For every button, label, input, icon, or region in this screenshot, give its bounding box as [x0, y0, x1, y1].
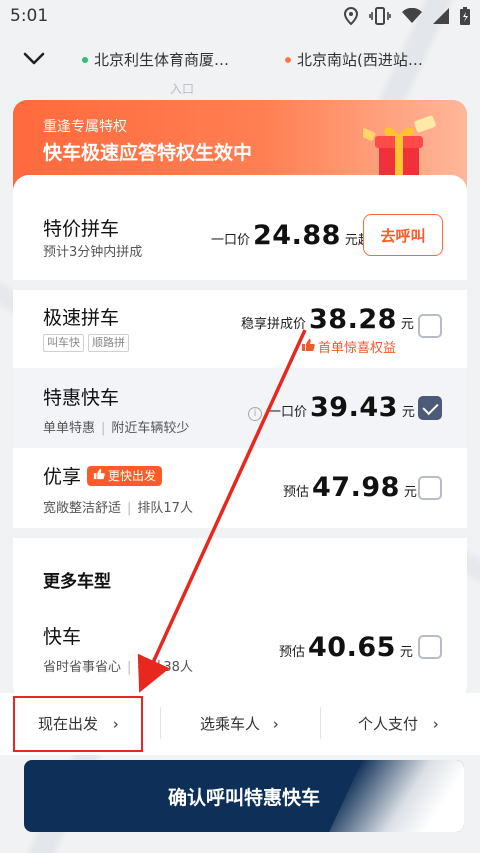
map-label: 入口: [170, 82, 195, 96]
banner-subtitle: 重逢专属特权: [43, 119, 127, 135]
option-checkbox[interactable]: [418, 635, 442, 659]
passenger-option[interactable]: 选乘车人 ›: [200, 713, 279, 734]
option-price: 预估 47.98 元: [283, 472, 417, 503]
divider: [320, 707, 321, 739]
option-row-express-pool[interactable]: 极速拼车 叫车快 顺路拼 稳享拼成价 38.28 元: [13, 290, 467, 368]
divider: [13, 528, 467, 538]
location-icon: [343, 6, 359, 29]
battery-icon: [460, 7, 470, 29]
wifi-icon: [402, 7, 422, 28]
featured-price: 一口价 24.88 元起: [211, 220, 371, 251]
option-price-prefix: 预估: [283, 485, 310, 500]
option-price-prefix: 一口价: [268, 405, 308, 420]
call-button[interactable]: 去呼叫: [363, 214, 443, 256]
passenger-label: 选乘车人: [200, 715, 261, 733]
payment-option[interactable]: 个人支付 ›: [358, 713, 439, 734]
option-price-prefix: 预估: [279, 645, 306, 660]
option-checkbox-checked[interactable]: [418, 396, 442, 420]
featured-title: 特价拼车: [43, 218, 120, 240]
option-price-unit: 元: [400, 317, 414, 332]
option-desc-item: 排队38人: [137, 660, 193, 675]
ride-options-card: 重逢专属特权 快车极速应答特权生效中 特价拼车 预计3分钟内拼成 一口价 24.…: [13, 100, 467, 700]
option-desc-item: 排队17人: [137, 501, 193, 516]
more-title: 更多车型: [43, 567, 117, 594]
option-title: 极速拼车: [43, 307, 120, 329]
promo-text: 首单惊喜权益: [301, 337, 396, 356]
origin-dot-icon: [82, 56, 88, 63]
gift-box-icon: [360, 114, 441, 184]
status-time: 5:01: [10, 6, 49, 26]
promo-label: 首单惊喜权益: [318, 341, 397, 356]
banner-title: 快车极速应答特权生效中: [43, 142, 253, 164]
confirm-call-button[interactable]: 确认呼叫特惠快车: [24, 760, 464, 832]
info-icon[interactable]: i: [248, 407, 262, 421]
option-desc-item: 单单特惠: [43, 421, 96, 436]
option-tags: 叫车快 顺路拼: [43, 334, 133, 352]
payment-label: 个人支付: [358, 715, 419, 733]
option-price-prefix: 稳享拼成价: [241, 317, 307, 332]
origin-stop[interactable]: 北京利生体育商厦…: [82, 49, 229, 70]
vibrate-icon: [369, 7, 391, 29]
destination-label: 北京南站(西进站…: [297, 51, 423, 69]
option-price-value: 47.98: [312, 472, 400, 503]
option-checkbox[interactable]: [418, 314, 442, 338]
option-desc: 省时省事省心 | 排队38人: [43, 660, 193, 675]
featured-price-prefix: 一口价: [211, 233, 251, 248]
option-title: 优享: [43, 466, 82, 488]
featured-price-value: 24.88: [253, 220, 341, 251]
divider: [160, 707, 161, 739]
annotation-highlight-box: [13, 696, 143, 752]
option-price: 预估 40.65 元: [279, 632, 413, 663]
option-tag: 叫车快: [43, 334, 84, 352]
fast-badge: 更快出发: [87, 465, 163, 486]
option-price-unit: 元: [401, 405, 415, 420]
option-tag: 顺路拼: [88, 334, 129, 352]
option-row-premium[interactable]: 优享 更快出发 宽敞整洁舒适 | 排队17人 预估 47.98 元: [13, 448, 467, 528]
collapse-chevron-icon[interactable]: [22, 46, 46, 70]
featured-desc: 预计3分钟内拼成: [43, 245, 143, 260]
confirm-call-label: 确认呼叫特惠快车: [167, 786, 320, 809]
option-row-express[interactable]: 快车 省时省事省心 | 排队38人 预估 40.65 元: [13, 610, 467, 690]
status-bar: 5:01: [0, 0, 480, 34]
option-title: 特惠快车: [43, 387, 120, 409]
thumbs-up-icon: [93, 468, 105, 483]
chevron-right-icon: ›: [272, 715, 279, 733]
option-desc-item: 宽敞整洁舒适: [43, 501, 122, 516]
option-price: 稳享拼成价 38.28 元: [241, 304, 414, 335]
fast-badge-label: 更快出发: [108, 469, 157, 483]
divider: [13, 280, 467, 290]
option-price: i 一口价 39.43 元: [248, 392, 415, 423]
option-price-value: 39.43: [310, 392, 398, 423]
destination-dot-icon: [285, 56, 291, 63]
option-desc-item: 省时省事省心: [43, 660, 122, 675]
option-price-unit: 元: [403, 485, 417, 500]
destination-stop[interactable]: 北京南站(西进站…: [285, 49, 423, 70]
option-title-wrap: 优享 更快出发: [43, 462, 163, 489]
chevron-right-icon: ›: [432, 715, 439, 733]
option-desc: 单单特惠 | 附近车辆较少: [43, 421, 190, 436]
option-price-unit: 元: [399, 645, 413, 660]
option-row-discount-express[interactable]: 特惠快车 单单特惠 | 附近车辆较少 i 一口价 39.43 元: [13, 368, 467, 448]
option-title: 快车: [43, 626, 82, 648]
option-price-value: 40.65: [308, 632, 396, 663]
origin-label: 北京利生体育商厦…: [94, 51, 230, 69]
option-price-value: 38.28: [309, 304, 397, 335]
thumbs-up-icon: [301, 338, 315, 356]
option-desc-item: 附近车辆较少: [111, 421, 190, 436]
option-checkbox[interactable]: [418, 476, 442, 500]
option-desc: 宽敞整洁舒适 | 排队17人: [43, 501, 193, 516]
signal-icon: [433, 8, 449, 28]
route-bar: 北京利生体育商厦… 北京南站(西进站…: [0, 40, 480, 80]
